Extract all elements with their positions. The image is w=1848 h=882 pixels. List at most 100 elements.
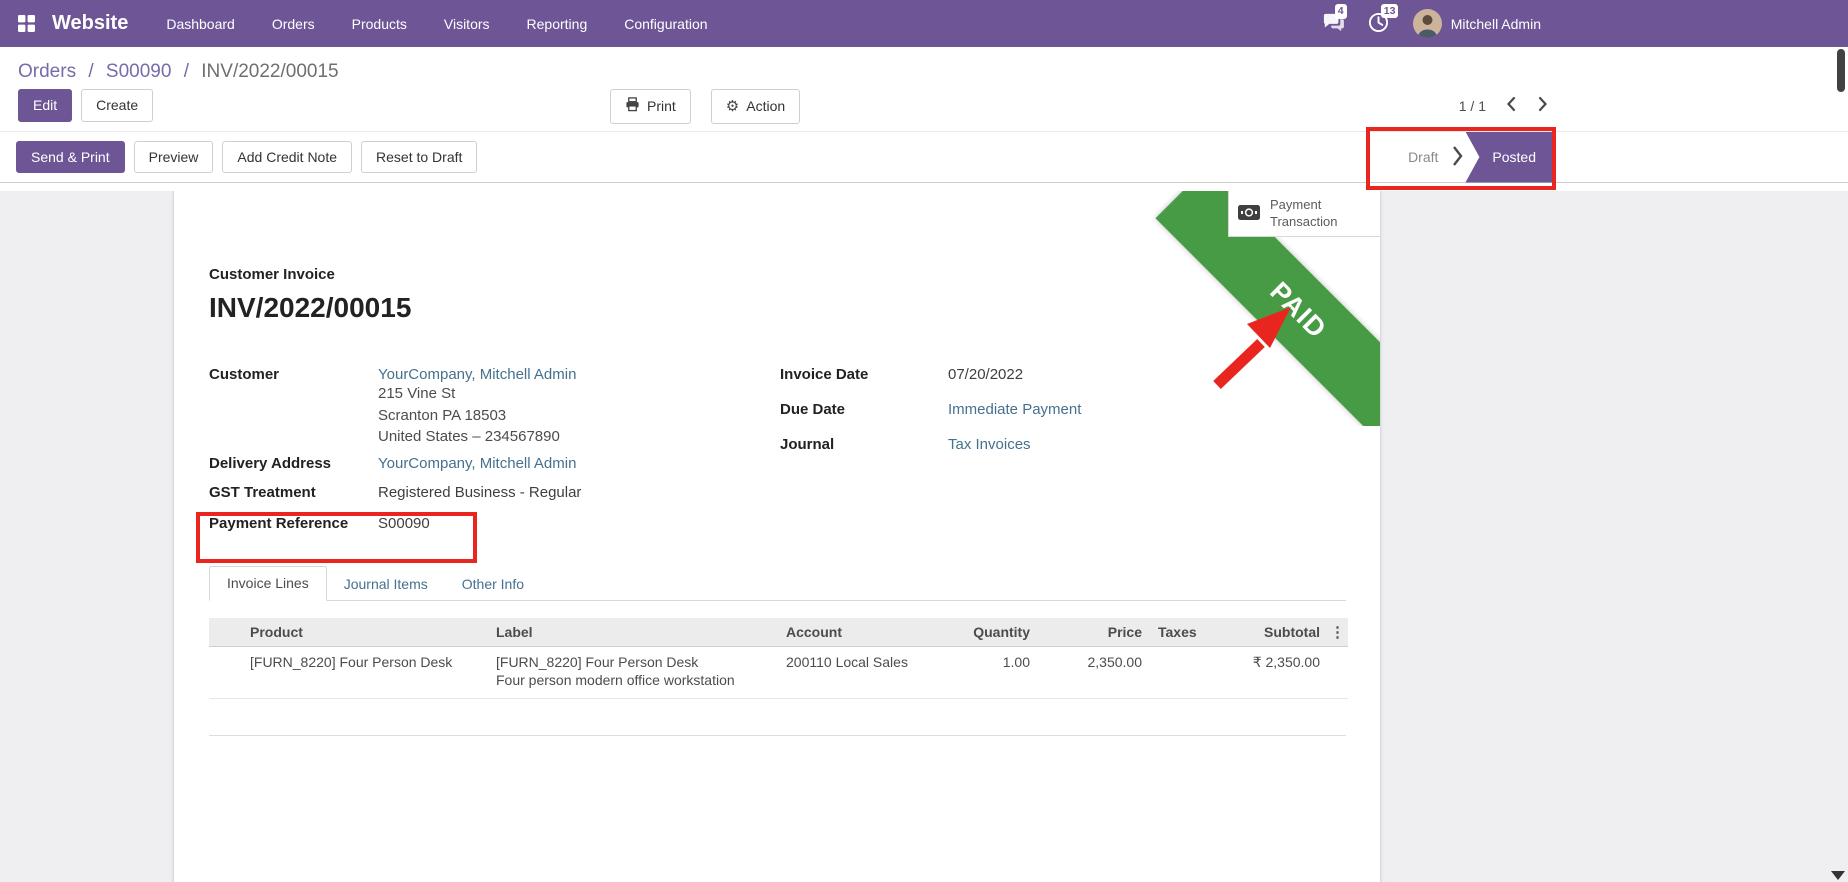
- drag-handle-cell: [209, 646, 242, 698]
- activities-badge: 13: [1381, 4, 1399, 19]
- scrollbar-down-arrow[interactable]: [1831, 871, 1845, 880]
- col-quantity[interactable]: Quantity: [926, 618, 1038, 647]
- apps-menu-button[interactable]: [15, 10, 42, 38]
- col-account[interactable]: Account: [778, 618, 926, 647]
- journal-link[interactable]: Tax Invoices: [948, 436, 1031, 457]
- col-subtotal[interactable]: Subtotal: [1220, 618, 1328, 647]
- due-date-label: Due Date: [780, 401, 948, 422]
- content-area: Payment Transaction PAID Customer Invoic…: [0, 191, 1848, 882]
- preview-button[interactable]: Preview: [134, 141, 214, 174]
- field-delivery-address: Delivery Address YourCompany, Mitchell A…: [209, 455, 780, 472]
- cell-kebab-spacer: [1328, 646, 1348, 698]
- tab-journal-items[interactable]: Journal Items: [327, 568, 445, 601]
- delivery-address-label: Delivery Address: [209, 455, 378, 472]
- menu-visitors[interactable]: Visitors: [444, 16, 490, 32]
- delivery-address-link[interactable]: YourCompany, Mitchell Admin: [378, 455, 576, 472]
- menu-reporting[interactable]: Reporting: [527, 16, 588, 32]
- invoice-sheet: Payment Transaction PAID Customer Invoic…: [173, 191, 1381, 882]
- messages-badge: 4: [1335, 4, 1347, 19]
- scrollbar-thumb[interactable]: [1837, 49, 1845, 92]
- cell-quantity[interactable]: 1.00: [926, 646, 1038, 698]
- address-line-3: United States – 234567890: [378, 426, 576, 448]
- invoice-line-row[interactable]: [FURN_8220] Four Person Desk [FURN_8220]…: [209, 646, 1348, 698]
- col-price[interactable]: Price: [1038, 618, 1150, 647]
- payment-transaction-label: Payment Transaction: [1270, 197, 1372, 231]
- payment-reference-value: S00090: [378, 515, 430, 532]
- user-avatar: [1413, 9, 1442, 38]
- menu-orders[interactable]: Orders: [272, 16, 315, 32]
- gst-treatment-label: GST Treatment: [209, 484, 378, 501]
- menu-configuration[interactable]: Configuration: [624, 16, 707, 32]
- print-label: Print: [647, 98, 676, 115]
- cell-product[interactable]: [FURN_8220] Four Person Desk: [242, 646, 488, 698]
- payment-transaction-button[interactable]: Payment Transaction: [1228, 191, 1380, 237]
- cell-account[interactable]: 200110 Local Sales: [778, 646, 926, 698]
- tab-invoice-lines[interactable]: Invoice Lines: [209, 566, 327, 601]
- gst-treatment-value: Registered Business - Regular: [378, 484, 581, 501]
- col-label[interactable]: Label: [488, 618, 778, 647]
- control-panel: Edit Create Print ⚙ Action 1 / 1: [0, 85, 1848, 131]
- pager-counter: 1 / 1: [1459, 98, 1486, 114]
- breadcrumb-sale-order[interactable]: S00090: [106, 61, 172, 82]
- table-header-row: Product Label Account Quantity Price Tax…: [209, 618, 1348, 647]
- cell-label[interactable]: [FURN_8220] Four Person Desk Four person…: [488, 646, 778, 698]
- main-menu: Dashboard Orders Products Visitors Repor…: [166, 16, 707, 32]
- cell-subtotal[interactable]: ₹ 2,350.00: [1220, 646, 1328, 698]
- pager-next-button[interactable]: [1538, 96, 1548, 115]
- breadcrumb-separator: /: [88, 61, 93, 82]
- app-name[interactable]: Website: [52, 12, 128, 35]
- add-credit-note-button[interactable]: Add Credit Note: [222, 141, 352, 174]
- field-payment-reference: Payment Reference S00090: [209, 515, 780, 532]
- activities-button[interactable]: 13: [1368, 12, 1389, 36]
- create-button[interactable]: Create: [81, 89, 153, 122]
- action-button[interactable]: ⚙ Action: [711, 89, 800, 124]
- field-group: Customer YourCompany, Mitchell Admin 215…: [209, 366, 1346, 544]
- customer-link[interactable]: YourCompany, Mitchell Admin: [378, 366, 576, 383]
- stage-posted[interactable]: Posted: [1465, 132, 1556, 183]
- edit-button[interactable]: Edit: [18, 89, 72, 122]
- field-invoice-date: Invoice Date 07/20/2022: [780, 366, 1346, 387]
- invoice-lines-table: Product Label Account Quantity Price Tax…: [209, 618, 1348, 699]
- tab-other-info[interactable]: Other Info: [445, 568, 541, 601]
- journal-label: Journal: [780, 436, 948, 457]
- invoice-date-label: Invoice Date: [780, 366, 948, 387]
- odoo-backend: Website Dashboard Orders Products Visito…: [0, 0, 1848, 882]
- top-navbar: Website Dashboard Orders Products Visito…: [0, 0, 1848, 47]
- section-divider: [209, 699, 1346, 736]
- systray: 4 13 Mitchell Admin: [1322, 9, 1541, 38]
- notebook-tabs: Invoice Lines Journal Items Other Info: [209, 566, 1346, 601]
- menu-products[interactable]: Products: [352, 16, 407, 32]
- stage-chevron-icon: [1452, 145, 1463, 170]
- cell-price[interactable]: 2,350.00: [1038, 646, 1150, 698]
- print-button[interactable]: Print: [610, 89, 691, 124]
- field-customer: Customer YourCompany, Mitchell Admin 215…: [209, 366, 780, 448]
- optional-columns-button[interactable]: ⋮: [1328, 618, 1348, 647]
- pager-previous-button[interactable]: [1506, 96, 1516, 115]
- user-menu[interactable]: Mitchell Admin: [1413, 9, 1541, 38]
- field-gst-treatment: GST Treatment Registered Business - Regu…: [209, 484, 780, 501]
- stage-draft[interactable]: Draft: [1398, 149, 1448, 165]
- due-date-link[interactable]: Immediate Payment: [948, 401, 1081, 422]
- statusbar: Send & Print Preview Add Credit Note Res…: [0, 131, 1848, 183]
- label-line-1: [FURN_8220] Four Person Desk: [496, 654, 770, 670]
- invoice-date-value: 07/20/2022: [948, 366, 1023, 387]
- statusbar-states: Draft Posted: [1398, 132, 1556, 182]
- menu-dashboard[interactable]: Dashboard: [166, 16, 235, 32]
- breadcrumb-current: INV/2022/00015: [201, 61, 338, 82]
- printer-icon: [625, 97, 640, 116]
- customer-label: Customer: [209, 366, 378, 448]
- field-journal: Journal Tax Invoices: [780, 436, 1346, 457]
- action-label: Action: [746, 98, 785, 115]
- messages-button[interactable]: 4: [1322, 12, 1344, 35]
- reset-to-draft-button[interactable]: Reset to Draft: [361, 141, 477, 174]
- cell-taxes[interactable]: [1150, 646, 1220, 698]
- label-line-2: Four person modern office workstation: [496, 670, 770, 691]
- col-taxes[interactable]: Taxes: [1150, 618, 1220, 647]
- col-product[interactable]: Product: [242, 618, 488, 647]
- money-icon: [1237, 203, 1261, 225]
- send-print-button[interactable]: Send & Print: [16, 141, 125, 174]
- breadcrumb-separator: /: [184, 61, 189, 82]
- invoice-number-title: INV/2022/00015: [209, 292, 1346, 324]
- breadcrumb-orders[interactable]: Orders: [18, 61, 76, 82]
- pager: 1 / 1: [1459, 96, 1548, 115]
